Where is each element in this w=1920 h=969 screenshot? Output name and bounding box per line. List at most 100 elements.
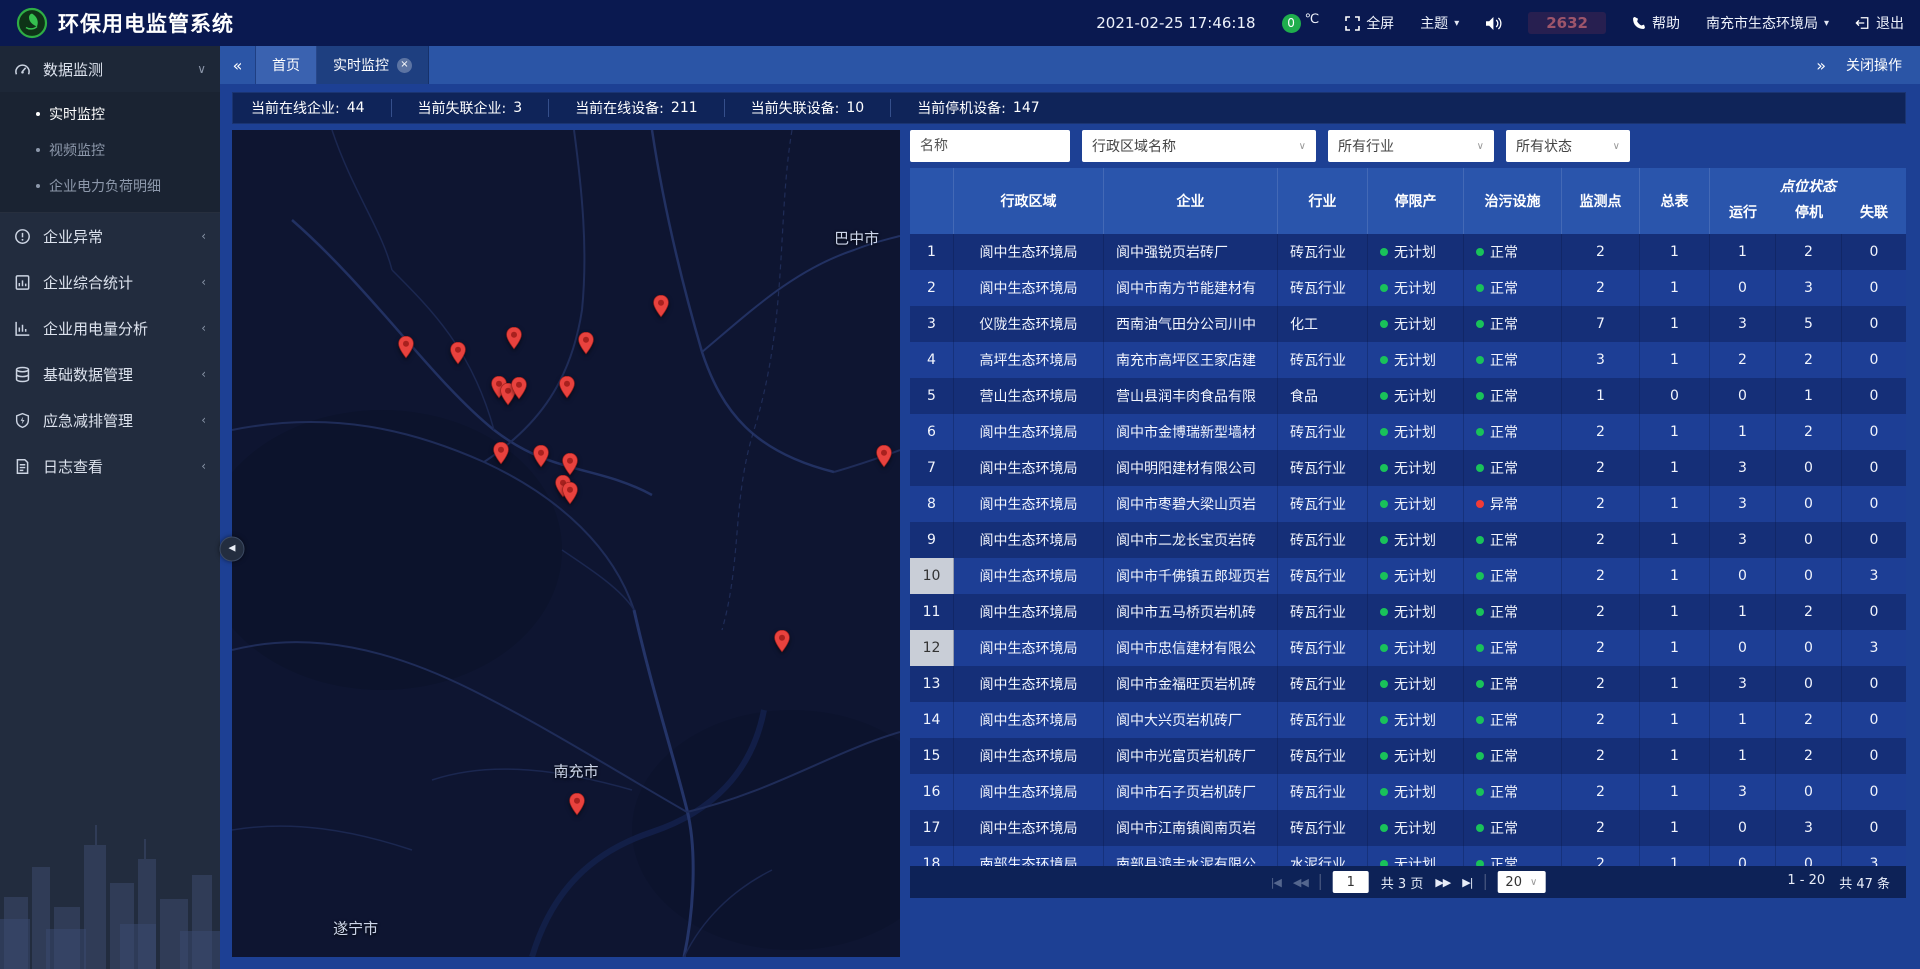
table-row[interactable]: 7阆中生态环境局阆中明阳建材有限公司砖瓦行业无计划正常21300 <box>910 450 1906 486</box>
logout-icon <box>1855 16 1870 30</box>
row-index-cell[interactable]: 11 <box>910 594 954 630</box>
row-index-cell[interactable]: 12 <box>910 630 954 666</box>
map-pin[interactable] <box>492 441 510 465</box>
map-pin[interactable] <box>568 792 586 816</box>
map-pin[interactable] <box>397 335 415 359</box>
row-index-cell[interactable]: 5 <box>910 378 954 414</box>
page-number-input[interactable] <box>1333 871 1369 893</box>
map-pin[interactable] <box>510 376 528 400</box>
theme-dropdown[interactable]: 主题 ▾ <box>1420 13 1459 33</box>
table-row[interactable]: 4高坪生态环境局南充市高坪区王家店建砖瓦行业无计划正常31220 <box>910 342 1906 378</box>
tabs-forward-button[interactable]: » <box>1816 56 1826 75</box>
table-row[interactable]: 2阆中生态环境局阆中市南方节能建材有砖瓦行业无计划正常21030 <box>910 270 1906 306</box>
table-row[interactable]: 11阆中生态环境局阆中市五马桥页岩机砖砖瓦行业无计划正常21120 <box>910 594 1906 630</box>
row-index-cell[interactable]: 17 <box>910 810 954 846</box>
chevron-collapsed-icon: ‹ <box>201 459 206 473</box>
table-row[interactable]: 14阆中生态环境局阆中大兴页岩机砖厂砖瓦行业无计划正常21120 <box>910 702 1906 738</box>
sidebar-item-power-analysis[interactable]: 企业用电量分析‹ <box>0 305 220 351</box>
close-icon[interactable]: × <box>397 58 412 73</box>
sidebar-subitem-power-load-detail[interactable]: 企业电力负荷明细 <box>0 168 220 204</box>
row-index-cell[interactable]: 18 <box>910 846 954 866</box>
row-index-cell[interactable]: 8 <box>910 486 954 522</box>
table-row[interactable]: 6阆中生态环境局阆中市金博瑞新型墙材砖瓦行业无计划正常21120 <box>910 414 1906 450</box>
table-row[interactable]: 9阆中生态环境局阆中市二龙长宝页岩砖砖瓦行业无计划正常21300 <box>910 522 1906 558</box>
prev-page-button[interactable]: ◀◀ <box>1293 876 1308 889</box>
first-page-button[interactable]: |◀ <box>1271 876 1281 889</box>
region-filter-select[interactable]: 行政区域名称 ∨ <box>1082 130 1316 162</box>
sidebar-item-emergency-reduction[interactable]: 应急减排管理‹ <box>0 397 220 443</box>
row-index-cell[interactable]: 15 <box>910 738 954 774</box>
status-filter-select[interactable]: 所有状态 ∨ <box>1506 130 1630 162</box>
row-index-cell[interactable]: 7 <box>910 450 954 486</box>
table-row[interactable]: 16阆中生态环境局阆中市石子页岩机砖厂砖瓦行业无计划正常21300 <box>910 774 1906 810</box>
sidebar-item-enterprise-statistics[interactable]: 企业综合统计‹ <box>0 259 220 305</box>
facility-label: 正常 <box>1490 854 1518 866</box>
restriction-cell: 无计划 <box>1368 666 1464 702</box>
tabs-back-button[interactable]: « <box>220 46 256 84</box>
running-cell: 3 <box>1710 486 1776 522</box>
table-row[interactable]: 5营山生态环境局营山县润丰肉食品有限食品无计划正常10010 <box>910 378 1906 414</box>
table-row[interactable]: 18南部生态环境局南部县鸿丰水泥有限公水泥行业无计划正常21003 <box>910 846 1906 866</box>
map-pin[interactable] <box>449 341 467 365</box>
row-index-cell[interactable]: 14 <box>910 702 954 738</box>
offline-cell: 0 <box>1842 522 1906 558</box>
facility-cell: 正常 <box>1464 414 1562 450</box>
row-index-cell[interactable]: 9 <box>910 522 954 558</box>
stopped-cell: 2 <box>1776 414 1842 450</box>
map-pin[interactable] <box>532 444 550 468</box>
industry-cell: 砖瓦行业 <box>1278 630 1368 666</box>
row-index-cell[interactable]: 2 <box>910 270 954 306</box>
sidebar-item-data-monitoring[interactable]: 数据监测∨ <box>0 46 220 92</box>
facility-cell: 正常 <box>1464 270 1562 306</box>
map-pin[interactable] <box>558 375 576 399</box>
org-dropdown[interactable]: 南充市生态环境局 ▾ <box>1706 13 1829 33</box>
table-row[interactable]: 13阆中生态环境局阆中市金福旺页岩机砖砖瓦行业无计划正常21300 <box>910 666 1906 702</box>
sidebar-collapse-handle[interactable]: ◀ <box>220 536 245 561</box>
map-pin[interactable] <box>561 452 579 476</box>
table-row[interactable]: 1阆中生态环境局阆中强锐页岩砖厂砖瓦行业无计划正常21120 <box>910 234 1906 270</box>
row-index-cell[interactable]: 6 <box>910 414 954 450</box>
sidebar-item-log-view[interactable]: 日志查看‹ <box>0 443 220 489</box>
table-row[interactable]: 3仪陇生态环境局西南油气田分公司川中化工无计划正常71350 <box>910 306 1906 342</box>
close-operations-button[interactable]: 关闭操作 <box>1846 55 1902 75</box>
map-pin[interactable] <box>652 294 670 318</box>
table-row[interactable]: 15阆中生态环境局阆中市光富页岩机砖厂砖瓦行业无计划正常21120 <box>910 738 1906 774</box>
next-page-button[interactable]: ▶▶ <box>1435 876 1450 889</box>
tab-home[interactable]: 首页 <box>256 46 317 84</box>
col-industry: 行业 <box>1278 168 1368 234</box>
fullscreen-button[interactable]: 全屏 <box>1345 13 1394 33</box>
page-size-select[interactable]: 20 ∨ <box>1497 871 1545 893</box>
last-page-button[interactable]: ▶| <box>1462 876 1472 889</box>
row-index-cell[interactable]: 10 <box>910 558 954 594</box>
sidebar-item-base-data[interactable]: 基础数据管理‹ <box>0 351 220 397</box>
row-index-cell[interactable]: 16 <box>910 774 954 810</box>
volume-button[interactable] <box>1485 16 1502 31</box>
map-pin[interactable] <box>505 326 523 350</box>
help-button[interactable]: 帮助 <box>1632 13 1680 33</box>
tab-realtime[interactable]: 实时监控× <box>317 46 429 84</box>
map-roads-graphic <box>232 130 900 957</box>
status-dot-icon <box>1476 392 1484 400</box>
restriction-label: 无计划 <box>1394 314 1436 334</box>
row-index-cell[interactable]: 3 <box>910 306 954 342</box>
row-index-cell[interactable]: 13 <box>910 666 954 702</box>
meters-cell: 1 <box>1640 558 1710 594</box>
row-index-cell[interactable]: 4 <box>910 342 954 378</box>
table-row[interactable]: 17阆中生态环境局阆中市江南镇阆南页岩砖瓦行业无计划正常21030 <box>910 810 1906 846</box>
industry-filter-select[interactable]: 所有行业 ∨ <box>1328 130 1494 162</box>
name-filter-input[interactable] <box>910 130 1070 162</box>
table-row[interactable]: 12阆中生态环境局阆中市忠信建材有限公砖瓦行业无计划正常21003 <box>910 630 1906 666</box>
logout-button[interactable]: 退出 <box>1855 13 1904 33</box>
sidebar-subitem-realtime-monitor[interactable]: 实时监控 <box>0 96 220 132</box>
sidebar-item-enterprise-abnormal[interactable]: 企业异常‹ <box>0 213 220 259</box>
sidebar-subitem-video-monitor[interactable]: 视频监控 <box>0 132 220 168</box>
table-row[interactable]: 8阆中生态环境局阆中市枣碧大梁山页岩砖瓦行业无计划异常21300 <box>910 486 1906 522</box>
map-pin[interactable] <box>773 629 791 653</box>
map-pin[interactable] <box>561 481 579 505</box>
row-index-cell[interactable]: 1 <box>910 234 954 270</box>
map-pin[interactable] <box>577 331 595 355</box>
status-dot-icon <box>1380 320 1388 328</box>
map-pin[interactable] <box>875 444 893 468</box>
map-panel[interactable]: 巴中市南充市遂宁市 <box>232 130 900 957</box>
table-row[interactable]: 10阆中生态环境局阆中市千佛镇五郎垭页岩砖瓦行业无计划正常21003 <box>910 558 1906 594</box>
